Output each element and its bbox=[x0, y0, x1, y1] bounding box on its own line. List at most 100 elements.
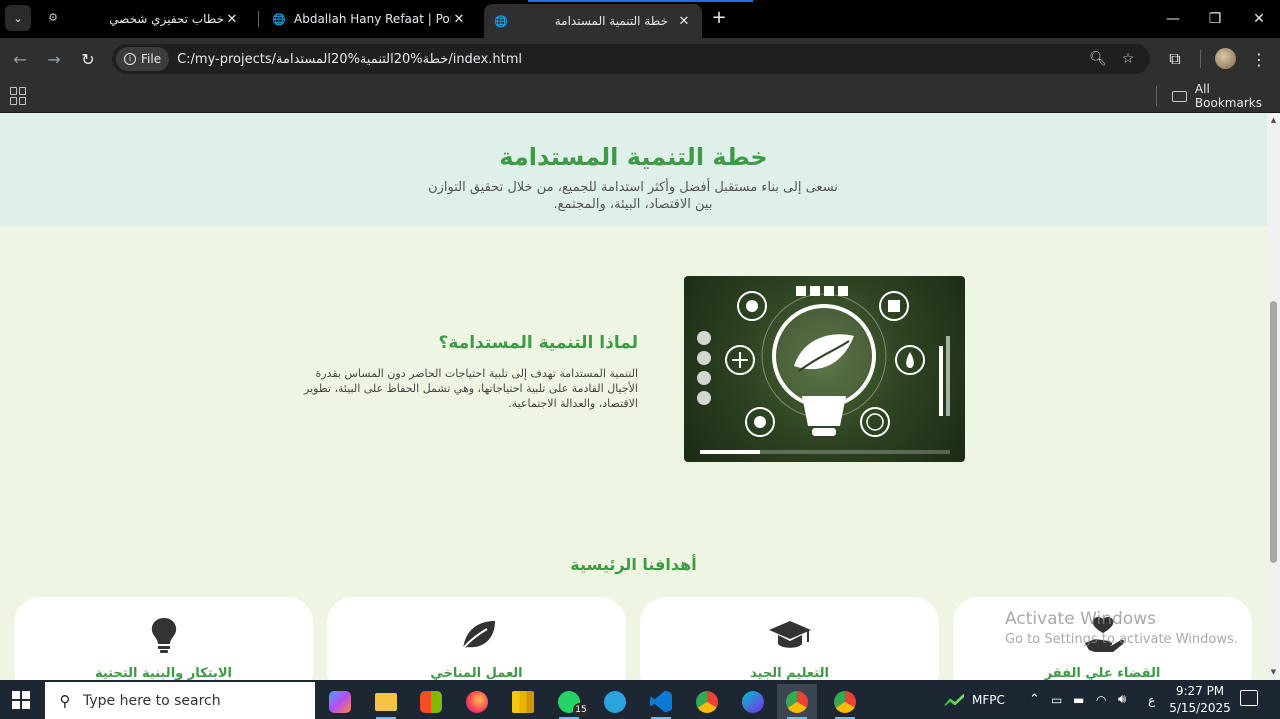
tab-title: Abdallah Hany Refaat | Portfolio bbox=[294, 12, 451, 26]
search-icon: ⚲ bbox=[59, 691, 71, 710]
tab-title: خطاب تحفيزي شخصي bbox=[110, 12, 224, 26]
bookmarks-bar: All Bookmarks bbox=[0, 80, 1280, 113]
address-bar[interactable]: i File C:/my-projects/خطة%20التنمية%20ال… bbox=[112, 44, 1150, 74]
hero-section: خطة التنمية المستدامة نسعى إلى بناء مستق… bbox=[0, 113, 1267, 226]
graduation-cap-icon bbox=[640, 615, 939, 655]
minimize-button[interactable]: — bbox=[1152, 0, 1194, 38]
show-hidden-icons-chevron-icon[interactable]: ⌃ bbox=[1029, 680, 1040, 719]
bookmarks-separator bbox=[1156, 86, 1157, 106]
file-explorer-icon[interactable] bbox=[366, 684, 406, 719]
leaf-icon bbox=[327, 615, 626, 655]
all-bookmarks-label: All Bookmarks bbox=[1194, 82, 1262, 110]
input-language-indicator[interactable]: ع bbox=[1148, 680, 1155, 719]
why-section-text: التنمية المستدامة تهدف إلى تلبية احتياجا… bbox=[304, 367, 638, 410]
lightbulb-icon bbox=[14, 615, 313, 655]
scrollbar-thumb[interactable] bbox=[1270, 301, 1277, 563]
web-page: خطة التنمية المستدامة نسعى إلى بناء مستق… bbox=[0, 113, 1267, 680]
chevron-down-icon: ⌄ bbox=[13, 11, 23, 25]
tab-title: خطة التنمية المستدامة bbox=[554, 14, 668, 28]
taskbar-search-box[interactable]: ⚲ Type here to search bbox=[45, 682, 315, 719]
page-title: خطة التنمية المستدامة bbox=[499, 143, 768, 171]
close-window-button[interactable]: ✕ bbox=[1238, 0, 1280, 38]
weather-label: MFPC bbox=[972, 692, 1005, 707]
tab-strip: ⌄ ⚙ ✕ خطاب تحفيزي شخصي 🌐 Abdallah Hany R… bbox=[0, 0, 1280, 38]
taskbar-search-placeholder: Type here to search bbox=[83, 692, 221, 709]
globe-icon: 🌐 bbox=[494, 14, 508, 28]
goal-card-quality-education[interactable]: التعليم الجيد bbox=[640, 597, 939, 680]
volume-icon[interactable]: 🔊︎ bbox=[1118, 680, 1126, 719]
clock-time: 9:27 PM bbox=[1175, 684, 1225, 698]
notification-center-icon[interactable] bbox=[1240, 690, 1258, 706]
sustainability-infographic-image bbox=[684, 276, 965, 462]
battery-icon[interactable]: ▬ bbox=[1073, 680, 1084, 719]
clock-date: 5/15/2025 bbox=[1169, 701, 1231, 715]
restore-button[interactable]: ❐ bbox=[1194, 0, 1236, 38]
windows-start-icon[interactable] bbox=[12, 691, 30, 709]
url-text[interactable]: C:/my-projects/خطة%20التنمية%20المستدامة… bbox=[177, 52, 522, 67]
info-icon: i bbox=[124, 53, 136, 65]
goal-card-label: العمل المناخي bbox=[430, 666, 523, 680]
apps-grid-icon[interactable] bbox=[10, 87, 28, 105]
tab-search-button[interactable]: ⌄ bbox=[5, 5, 31, 31]
back-button[interactable]: ← bbox=[8, 47, 32, 71]
goal-card-innovation-infrastructure[interactable]: الابتكار والبنية التحتية bbox=[14, 597, 313, 680]
new-tab-button[interactable]: + bbox=[708, 7, 730, 29]
close-tab-icon[interactable]: ✕ bbox=[676, 14, 692, 29]
telegram-icon[interactable] bbox=[595, 684, 635, 719]
whatsapp-icon[interactable]: 15 bbox=[549, 684, 589, 719]
wifi-icon[interactable]: ◠ bbox=[1096, 680, 1106, 719]
chrome-icon[interactable] bbox=[687, 684, 727, 719]
copilot-app-icon[interactable] bbox=[320, 684, 360, 719]
close-tab-icon[interactable]: ✕ bbox=[224, 12, 240, 27]
folder-icon bbox=[1172, 90, 1187, 102]
tab-separator bbox=[258, 11, 259, 27]
zoom-icon[interactable]: 🔍︎ bbox=[1087, 48, 1109, 70]
scroll-down-arrow-icon[interactable]: ▼ bbox=[1269, 668, 1278, 676]
chrome-profile-icon[interactable] bbox=[825, 684, 865, 719]
why-section-title: لماذا التنمية المستدامة؟ bbox=[438, 333, 638, 353]
more-menu-icon[interactable]: ⋮ bbox=[1247, 47, 1271, 71]
goal-card-label: التعليم الجيد bbox=[750, 666, 829, 680]
close-tab-icon[interactable]: ✕ bbox=[451, 12, 467, 27]
arrow-left-icon: ← bbox=[13, 49, 27, 69]
stocks-trend-icon bbox=[944, 693, 964, 706]
goals-section-title: أهدافنا الرئيسية bbox=[570, 555, 697, 574]
whatsapp-badge: 15 bbox=[573, 703, 589, 717]
power-bi-icon[interactable] bbox=[503, 684, 543, 719]
canva-icon[interactable] bbox=[733, 684, 773, 719]
globe-icon: 🌐 bbox=[272, 12, 286, 26]
settings-tab-icon[interactable]: ⚙ bbox=[46, 11, 60, 25]
tab-sustainable-plan[interactable]: 🌐 خطة التنمية المستدامة ✕ bbox=[484, 4, 702, 38]
goal-card-label: الابتكار والبنية التحتية bbox=[94, 666, 233, 680]
tab-personal-letter[interactable]: ✕ خطاب تحفيزي شخصي bbox=[100, 4, 250, 34]
all-bookmarks-button[interactable]: All Bookmarks bbox=[1172, 82, 1280, 110]
windows-taskbar: ⚲ Type here to search 15 MFPC ⌃ ▭ ▬ ◠ 🔊︎… bbox=[0, 680, 1280, 719]
vscode-icon[interactable] bbox=[641, 684, 681, 719]
reload-button[interactable]: ↻ bbox=[76, 47, 100, 71]
bookmark-star-icon[interactable]: ☆ bbox=[1117, 48, 1139, 70]
firefox-icon[interactable] bbox=[457, 684, 497, 719]
forward-button[interactable]: → bbox=[42, 47, 66, 71]
activate-windows-subtitle: Go to Settings to activate Windows. bbox=[1005, 632, 1238, 647]
microsoft-store-icon[interactable] bbox=[411, 684, 451, 719]
chrome-profile-active-icon[interactable] bbox=[777, 684, 817, 719]
site-info-chip[interactable]: i File bbox=[116, 47, 170, 71]
arrow-right-icon: → bbox=[47, 49, 61, 69]
page-scrollbar[interactable]: ▲ ▼ bbox=[1267, 113, 1280, 680]
scroll-up-arrow-icon[interactable]: ▲ bbox=[1269, 116, 1278, 124]
extensions-icon[interactable]: ⧉ bbox=[1163, 47, 1187, 71]
meet-icon[interactable]: ▭ bbox=[1051, 680, 1062, 719]
goal-card-climate-action[interactable]: العمل المناخي bbox=[327, 597, 626, 680]
security-chip-label: File bbox=[141, 52, 162, 66]
reload-icon: ↻ bbox=[81, 49, 95, 69]
tab-portfolio[interactable]: 🌐 Abdallah Hany Refaat | Portfolio ✕ bbox=[262, 4, 477, 34]
goal-card-label: القضاء علي الفقر bbox=[1044, 666, 1161, 680]
toolbar-divider bbox=[1200, 50, 1201, 68]
lightbulb-infographic bbox=[697, 286, 950, 454]
taskbar-clock[interactable]: 9:27 PM 5/15/2025 bbox=[1168, 683, 1232, 717]
profile-avatar[interactable] bbox=[1215, 48, 1236, 69]
weather-widget[interactable]: MFPC bbox=[944, 680, 1005, 719]
browser-toolbar: ← → ↻ i File C:/my-projects/خطة%20التنمي… bbox=[0, 38, 1280, 80]
hero-subtitle: نسعى إلى بناء مستقبل أفضل وأكثر استدامة … bbox=[428, 180, 838, 212]
tab-loading-bar bbox=[528, 0, 753, 2]
